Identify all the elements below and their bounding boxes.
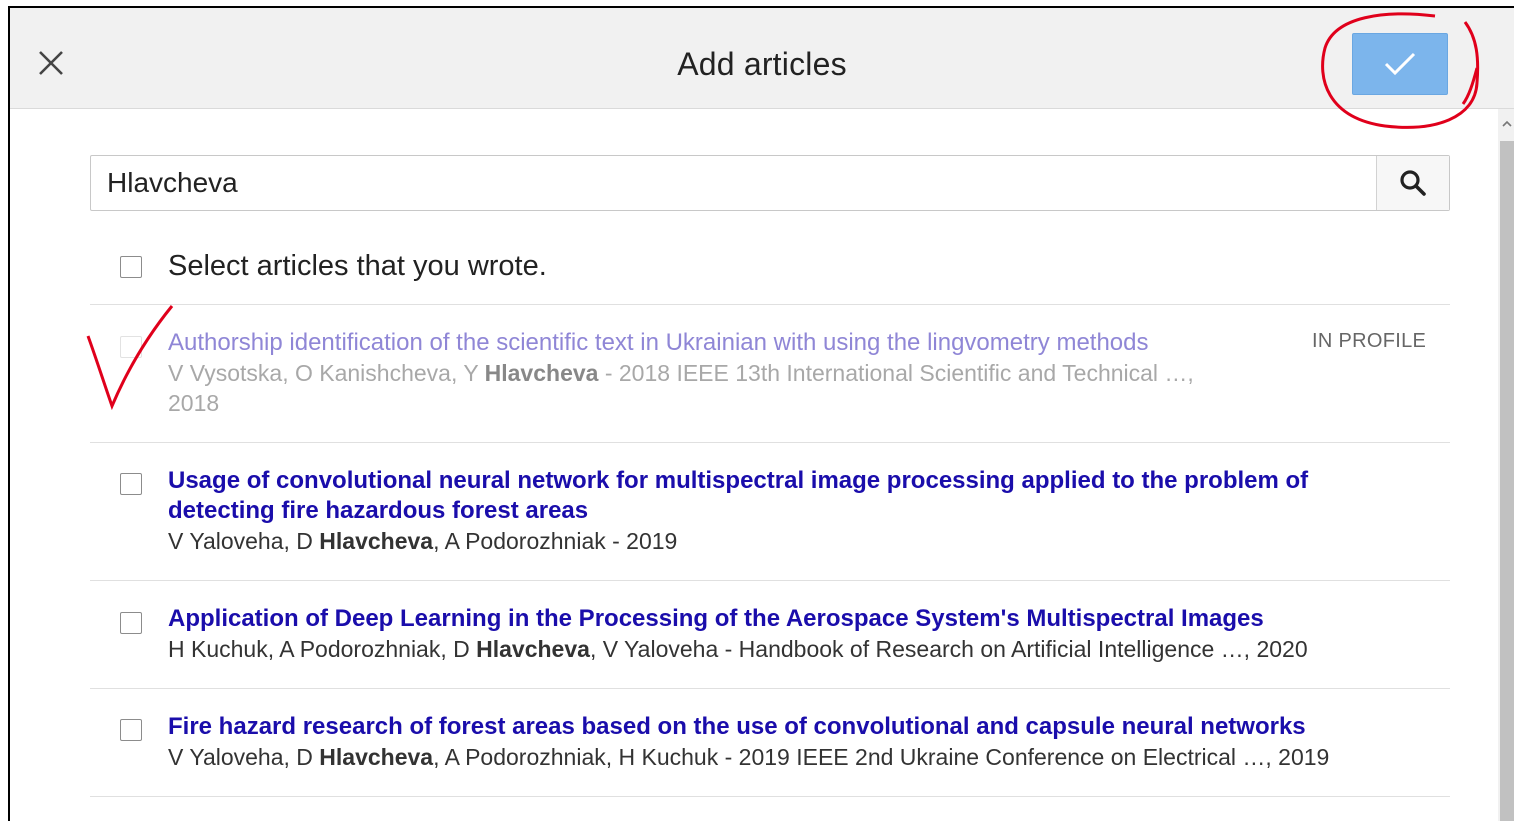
scroll-up-arrow-icon[interactable] <box>1501 119 1513 129</box>
article-title-link[interactable]: Fire hazard research of forest areas bas… <box>168 712 1306 742</box>
article-title-link[interactable]: Application of Deep Learning in the Proc… <box>168 604 1264 634</box>
in-profile-badge: IN PROFILE <box>1312 330 1427 352</box>
article-authors: V Yaloveha, D Hlavcheva, A Podorozhniak,… <box>168 744 1330 770</box>
article-authors: H Kuchuk, A Podorozhniak, D Hlavcheva, V… <box>168 636 1308 662</box>
article-authors: V Yaloveha, D Hlavcheva, A Podorozhniak … <box>168 528 678 554</box>
select-all-label: Select articles that you wrote. <box>168 250 547 282</box>
search-bar <box>90 155 1450 211</box>
divider <box>90 796 1450 797</box>
article-checkbox[interactable] <box>120 612 142 634</box>
dialog-title: Add articles <box>677 46 847 82</box>
article-checkbox[interactable] <box>120 719 142 741</box>
divider <box>90 442 1450 443</box>
select-all-checkbox[interactable] <box>120 256 142 278</box>
article-title-link[interactable]: Usage of convolutional neural network fo… <box>168 466 1308 526</box>
scroll-thumb[interactable] <box>1500 141 1514 821</box>
article-authors: V Vysotska, O Kanishcheva, Y Hlavcheva -… <box>168 360 1194 386</box>
divider <box>90 304 1450 305</box>
article-title-link[interactable]: Authorship identification of the scienti… <box>168 328 1149 358</box>
divider <box>90 580 1450 581</box>
dialog-header: Add articles <box>10 8 1514 109</box>
search-input[interactable] <box>91 156 1376 210</box>
add-articles-dialog: Add articles Select articles that you wr… <box>8 6 1514 821</box>
article-checkbox[interactable] <box>120 473 142 495</box>
scrollbar[interactable] <box>1498 109 1514 821</box>
article-checkbox[interactable] <box>120 336 142 358</box>
checkmark-icon <box>1384 52 1416 76</box>
article-year: 2018 <box>168 390 220 416</box>
divider <box>90 688 1450 689</box>
search-button[interactable] <box>1376 156 1449 210</box>
confirm-button[interactable] <box>1352 33 1448 95</box>
search-icon <box>1400 170 1426 196</box>
